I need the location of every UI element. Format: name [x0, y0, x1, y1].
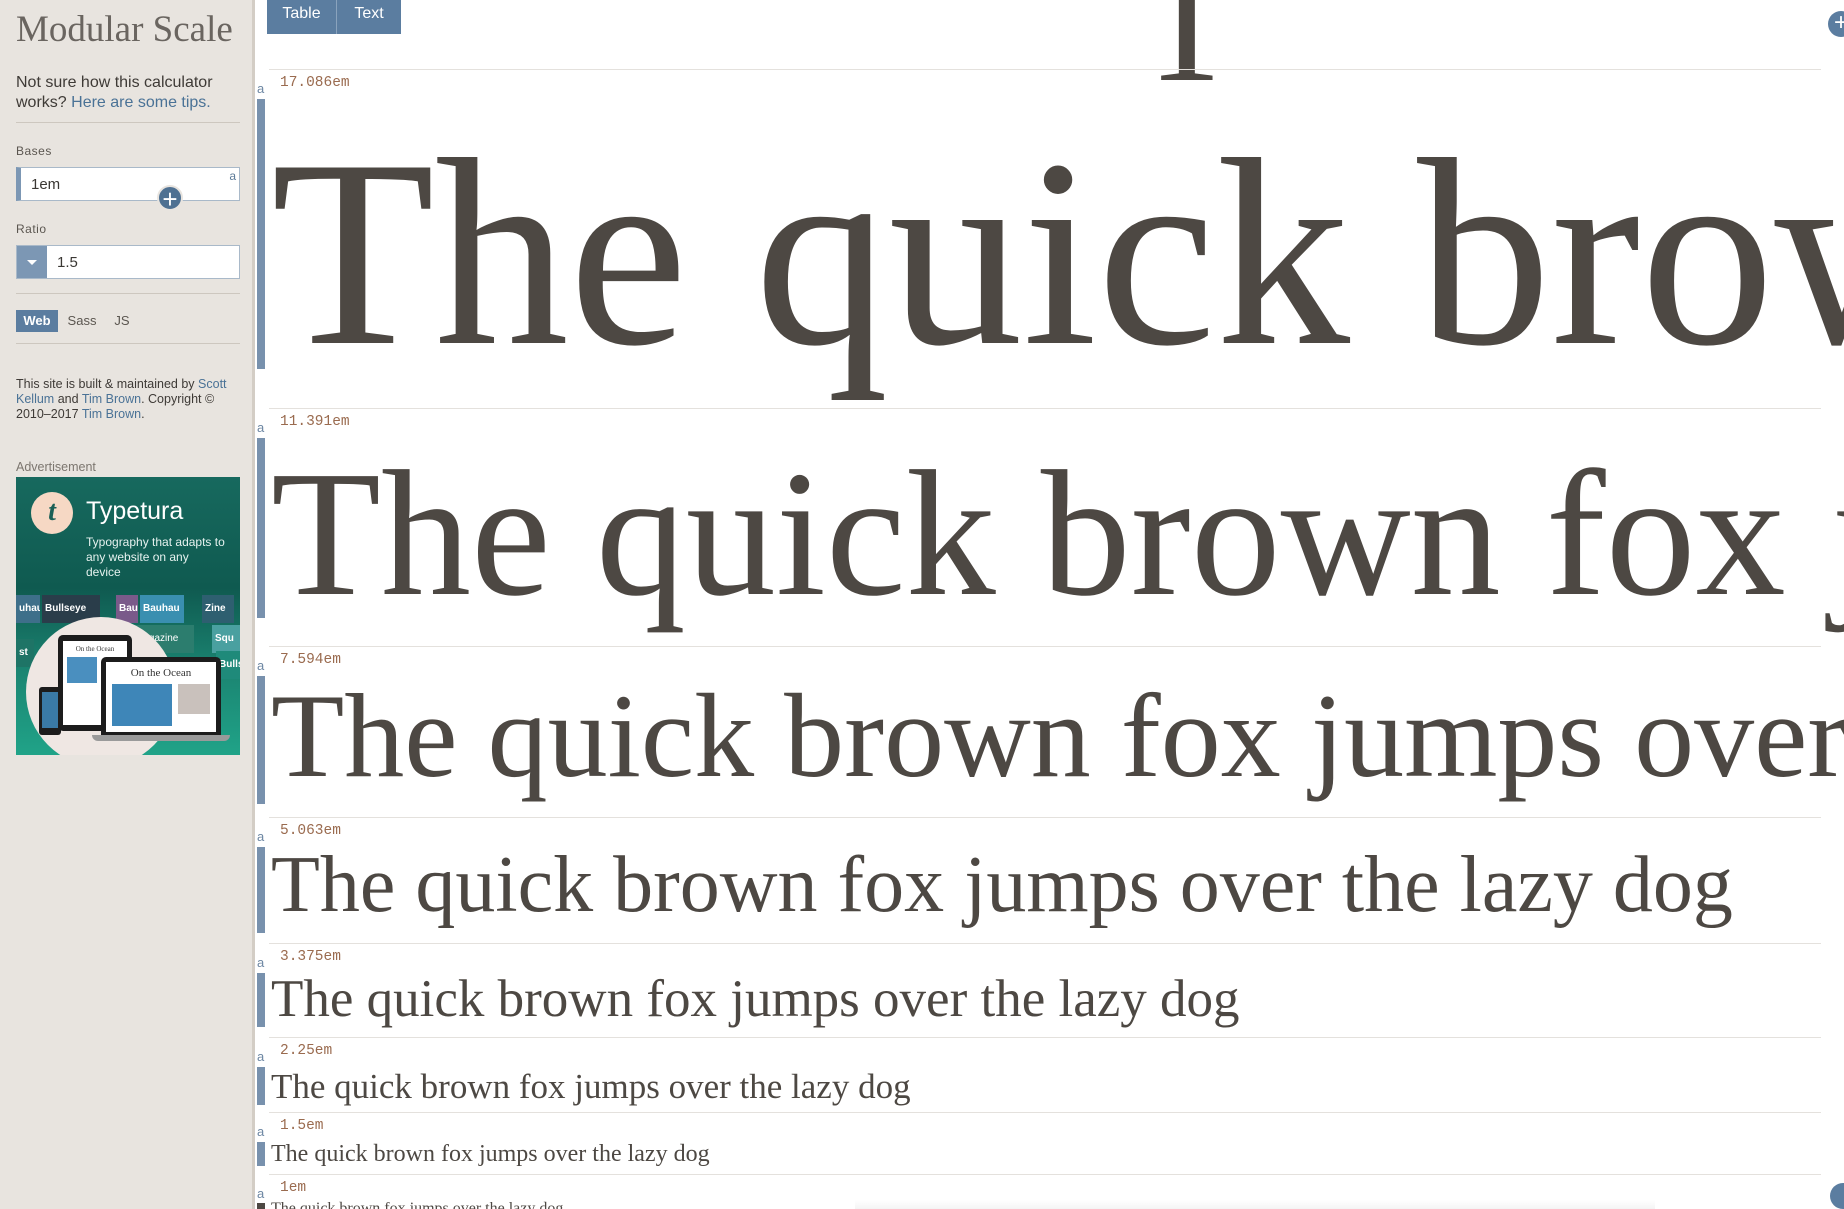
ratio-label: Ratio	[16, 222, 47, 236]
scale-row: 7.594em a The quick brown fox jumps over…	[255, 646, 1844, 817]
tab-web[interactable]: Web	[16, 310, 58, 332]
scale-preview: Table Text T + 17.086em a The quick brow…	[255, 0, 1844, 1209]
base-indicator-bar	[257, 1203, 265, 1209]
ratio-value[interactable]: 1.5	[57, 254, 78, 271]
scale-row: 17.086em a The quick brown fox jumps ove…	[255, 69, 1844, 409]
base-marker: a	[257, 1186, 265, 1201]
intro-text: Not sure how this calculator works? Here…	[16, 73, 240, 113]
credits: This site is built & maintained by Scott…	[16, 377, 240, 422]
tab-js[interactable]: JS	[110, 310, 134, 332]
size-label: 11.391em	[280, 414, 350, 430]
laptop-caption: On the Ocean	[130, 667, 192, 679]
scale-row: 1.5em a The quick brown fox jumps over t…	[255, 1112, 1844, 1174]
divider	[16, 293, 240, 294]
base-marker: a	[257, 658, 265, 673]
ad-tagline: Typography that adapts to any website on…	[86, 535, 225, 579]
base-marker: a	[257, 1049, 265, 1064]
ad-brand: Typetura	[86, 497, 184, 525]
credits-text: .	[141, 407, 145, 421]
size-label: 3.375em	[280, 949, 341, 965]
base-marker: a	[257, 420, 265, 435]
base-indicator-bar	[257, 438, 265, 618]
app-title: Modular Scale	[16, 9, 233, 50]
sidebar: Modular Scale Not sure how this calculat…	[0, 0, 255, 1209]
typetura-logo: t	[31, 492, 73, 534]
ad-label: Advertisement	[16, 460, 96, 474]
base-marker: a	[257, 1124, 265, 1139]
copyright-link-tim[interactable]: Tim Brown	[82, 407, 141, 421]
tablet-caption: On the Ocean	[75, 645, 115, 653]
base-indicator-bar	[257, 99, 265, 369]
base-marker: a	[257, 81, 265, 96]
size-label: 1em	[280, 1180, 307, 1196]
divider	[16, 122, 240, 123]
author-link-tim[interactable]: Tim Brown	[82, 392, 141, 406]
tab-text[interactable]: Text	[336, 0, 401, 34]
scroll-shadow	[855, 1200, 1655, 1209]
add-base-button[interactable]: +	[157, 184, 183, 214]
sample-text: The quick brown fox jumps over the lazy …	[271, 434, 1844, 633]
laptop-base	[92, 735, 230, 741]
base-input[interactable]: 1em a	[16, 167, 240, 201]
sample-text: The quick brown fox jumps over the lazy …	[271, 104, 1844, 401]
sample-text: The quick brown fox jumps over the lazy …	[271, 841, 1733, 929]
sample-text: The quick brown fox jumps over the lazy …	[271, 1141, 710, 1167]
divider	[16, 343, 240, 344]
base-value[interactable]: 1em	[31, 176, 60, 193]
add-step-button[interactable]: +	[1828, 11, 1844, 37]
sample-text: The quick brown fox jumps over the lazy …	[271, 1067, 911, 1106]
size-label: 5.063em	[280, 823, 341, 839]
tab-table[interactable]: Table	[267, 0, 336, 34]
ad-strip-word: Squ	[212, 625, 240, 653]
scale-row: 11.391em a The quick brown fox jumps ove…	[255, 408, 1844, 646]
base-indicator-bar	[257, 676, 265, 804]
base-indicator-bar	[257, 1067, 265, 1105]
plus-icon: +	[1833, 9, 1844, 36]
scale-row: 5.063em a The quick brown fox jumps over…	[255, 817, 1844, 943]
base-marker: a	[257, 955, 265, 970]
size-label: 2.25em	[280, 1043, 333, 1059]
base-marker: a	[257, 829, 265, 844]
tab-sass[interactable]: Sass	[64, 310, 100, 332]
sample-text: The quick brown fox jumps over the lazy …	[271, 970, 1240, 1028]
base-indicator-bar	[257, 847, 265, 933]
laptop-image: On the Ocean	[101, 657, 221, 735]
ad-strip-word: uhau	[16, 595, 40, 623]
ratio-dropdown-button[interactable]	[17, 246, 47, 278]
base-indicator-bar	[257, 973, 265, 1027]
scale-row: 3.375em a The quick brown fox jumps over…	[255, 943, 1844, 1037]
size-label: 7.594em	[280, 652, 341, 668]
ad-strip-word: Bauhau	[140, 595, 184, 623]
sample-text: The quick brown fox jumps over the lazy …	[271, 1200, 564, 1209]
credits-text: and	[57, 392, 79, 406]
tips-link[interactable]: Here are some tips.	[71, 94, 211, 111]
scale-row: 2.25em a The quick brown fox jumps over …	[255, 1037, 1844, 1112]
credits-text: This site is built & maintained by	[16, 377, 195, 391]
phone-image	[39, 687, 61, 735]
size-label: 17.086em	[280, 75, 350, 91]
plus-icon: +	[162, 184, 178, 214]
base-indicator-bar	[257, 1142, 265, 1166]
base-marker: a	[229, 169, 236, 183]
sample-text: The quick brown fox jumps over the lazy …	[271, 669, 1844, 802]
size-label: 1.5em	[280, 1118, 324, 1134]
ratio-input[interactable]: 1.5	[16, 245, 240, 279]
bases-label: Bases	[16, 144, 52, 158]
advertisement[interactable]: t Typetura Typography that adapts to any…	[16, 477, 240, 755]
ad-strip-word: Zine	[202, 595, 234, 623]
